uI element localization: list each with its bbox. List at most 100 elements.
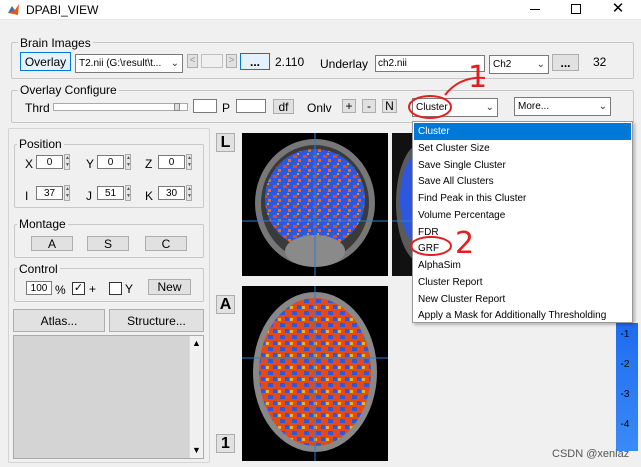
atlas-button[interactable]: Atlas...	[13, 309, 105, 332]
y-spinner[interactable]: ▲ ▼	[125, 154, 131, 170]
k-spinner[interactable]: ▲ ▼	[186, 185, 192, 201]
y-label: Y	[86, 157, 95, 171]
watermark: CSDN @xeniaz	[552, 448, 630, 460]
j-field[interactable]: 51	[97, 186, 124, 200]
plus-checkbox-label: +	[89, 282, 97, 296]
next-overlay-button[interactable]: >	[226, 54, 237, 68]
menu-item-apply-mask[interactable]: Apply a Mask for Additionally Thresholdi…	[414, 307, 631, 324]
menu-item-cluster[interactable]: Cluster	[414, 123, 631, 140]
brain-images-label: Brain Images	[18, 36, 93, 50]
slider-thumb[interactable]	[174, 103, 180, 111]
thrd-label: Thrd	[25, 101, 50, 115]
threshold-slider[interactable]	[53, 103, 188, 111]
k-label: K	[145, 189, 154, 203]
chevron-down-icon: ⌄	[598, 101, 607, 112]
overlay-file-select[interactable]: T2.nii (G:\result\t... ⌄	[75, 54, 183, 73]
j-spinner[interactable]: ▲ ▼	[125, 185, 131, 201]
overlay-button[interactable]: Overlay	[20, 52, 71, 71]
colorbar-tick: -2	[620, 359, 630, 370]
menu-item-save-all-clusters[interactable]: Save All Clusters	[414, 173, 631, 190]
zoom-field[interactable]: 100	[26, 281, 52, 295]
n-button[interactable]: N	[382, 99, 397, 113]
montage-a-button[interactable]: A	[31, 236, 73, 251]
x-field[interactable]: 0	[36, 155, 63, 169]
chevron-down-icon: ⌄	[485, 102, 494, 113]
only-label: Onlv	[307, 101, 332, 115]
p-value-field[interactable]	[236, 99, 266, 113]
overlay-index-field[interactable]	[201, 54, 223, 68]
threshold-field[interactable]	[193, 99, 217, 113]
underlay-template-value: Ch2	[493, 59, 512, 70]
control-label: Control	[17, 262, 60, 276]
colorbar-tick: -1	[620, 329, 630, 340]
p-label: P	[222, 101, 231, 115]
maximize-icon[interactable]	[571, 4, 581, 14]
overlay-file-value: T2.nii (G:\result\t...	[79, 58, 162, 69]
info-listbox[interactable]: ▲ ▼	[13, 335, 204, 459]
overlay-browse-button[interactable]: ...	[240, 53, 270, 70]
menu-item-save-single-cluster[interactable]: Save Single Cluster	[414, 157, 631, 174]
plus-button[interactable]: +	[342, 99, 356, 113]
minus-button[interactable]: -	[362, 99, 376, 113]
annotation-number-one: 1	[468, 60, 488, 95]
title-bar: DPABI_VIEW ✕	[0, 0, 641, 20]
i-label: I	[25, 189, 29, 203]
menu-item-new-cluster-report[interactable]: New Cluster Report	[414, 291, 631, 308]
prev-overlay-button[interactable]: <	[187, 54, 198, 68]
matlab-app-icon	[7, 3, 20, 16]
df-button[interactable]: df	[273, 99, 294, 114]
view-1-button[interactable]: 1	[216, 434, 235, 453]
menu-item-volume-percentage[interactable]: Volume Percentage	[414, 207, 631, 224]
structure-button[interactable]: Structure...	[109, 309, 204, 332]
montage-c-button[interactable]: C	[145, 236, 187, 251]
cluster-dropdown-menu: Cluster Set Cluster Size Save Single Clu…	[412, 121, 633, 323]
x-spinner[interactable]: ▲ ▼	[64, 154, 70, 170]
colorbar-tick: -4	[620, 419, 630, 430]
annotation-circle-grf	[410, 236, 452, 256]
y-field[interactable]: 0	[97, 155, 124, 169]
j-label: J	[86, 189, 92, 203]
minimize-icon[interactable]	[530, 9, 540, 10]
scroll-down-icon[interactable]: ▼	[192, 445, 201, 455]
dpabi-view-window: DPABI_VIEW ✕ Brain Images Overlay T2.nii…	[0, 0, 641, 467]
z-label: Z	[145, 157, 153, 171]
annotation-number-two: 2	[455, 226, 475, 261]
scroll-up-icon[interactable]: ▲	[192, 338, 201, 348]
window-title: DPABI_VIEW	[26, 3, 99, 17]
more-select-value: More...	[518, 101, 550, 112]
new-button[interactable]: New	[148, 279, 191, 295]
x-label: X	[25, 157, 34, 171]
plus-checkbox[interactable]: ✓	[72, 282, 85, 295]
close-icon[interactable]: ✕	[611, 1, 625, 16]
more-select[interactable]: More... ⌄	[514, 97, 611, 116]
overlay-configure-label: Overlay Configure	[18, 83, 119, 97]
i-spinner[interactable]: ▲ ▼	[64, 185, 70, 201]
menu-item-set-cluster-size[interactable]: Set Cluster Size	[414, 140, 631, 157]
overlay-value: 2.110	[275, 55, 305, 69]
chevron-down-icon: ⌄	[536, 59, 545, 70]
underlay-label: Underlay	[320, 57, 369, 71]
underlay-value: 32	[593, 55, 607, 69]
colorbar-tick: -3	[620, 389, 630, 400]
view-l-button[interactable]: L	[216, 133, 235, 152]
montage-label: Montage	[17, 217, 68, 231]
axial-brain-view[interactable]	[242, 286, 388, 461]
chevron-down-icon: ⌄	[170, 58, 179, 69]
y-checkbox-label: Y	[125, 282, 134, 296]
menu-item-find-peak[interactable]: Find Peak in this Cluster	[414, 190, 631, 207]
montage-s-button[interactable]: S	[87, 236, 129, 251]
i-field[interactable]: 37	[36, 186, 63, 200]
underlay-browse-button[interactable]: ...	[552, 54, 579, 71]
z-spinner[interactable]: ▲ ▼	[186, 154, 192, 170]
position-label: Position	[17, 137, 64, 151]
coronal-brain-view[interactable]	[242, 133, 388, 276]
menu-item-alphasim[interactable]: AlphaSim	[414, 257, 631, 274]
k-field[interactable]: 30	[158, 186, 185, 200]
z-field[interactable]: 0	[158, 155, 185, 169]
zoom-unit: %	[55, 283, 66, 297]
underlay-template-select[interactable]: Ch2 ⌄	[489, 55, 549, 74]
y-checkbox[interactable]	[109, 282, 122, 295]
listbox-scrollbar[interactable]: ▲ ▼	[189, 336, 203, 458]
view-a-button[interactable]: A	[216, 295, 235, 314]
menu-item-cluster-report[interactable]: Cluster Report	[414, 274, 631, 291]
